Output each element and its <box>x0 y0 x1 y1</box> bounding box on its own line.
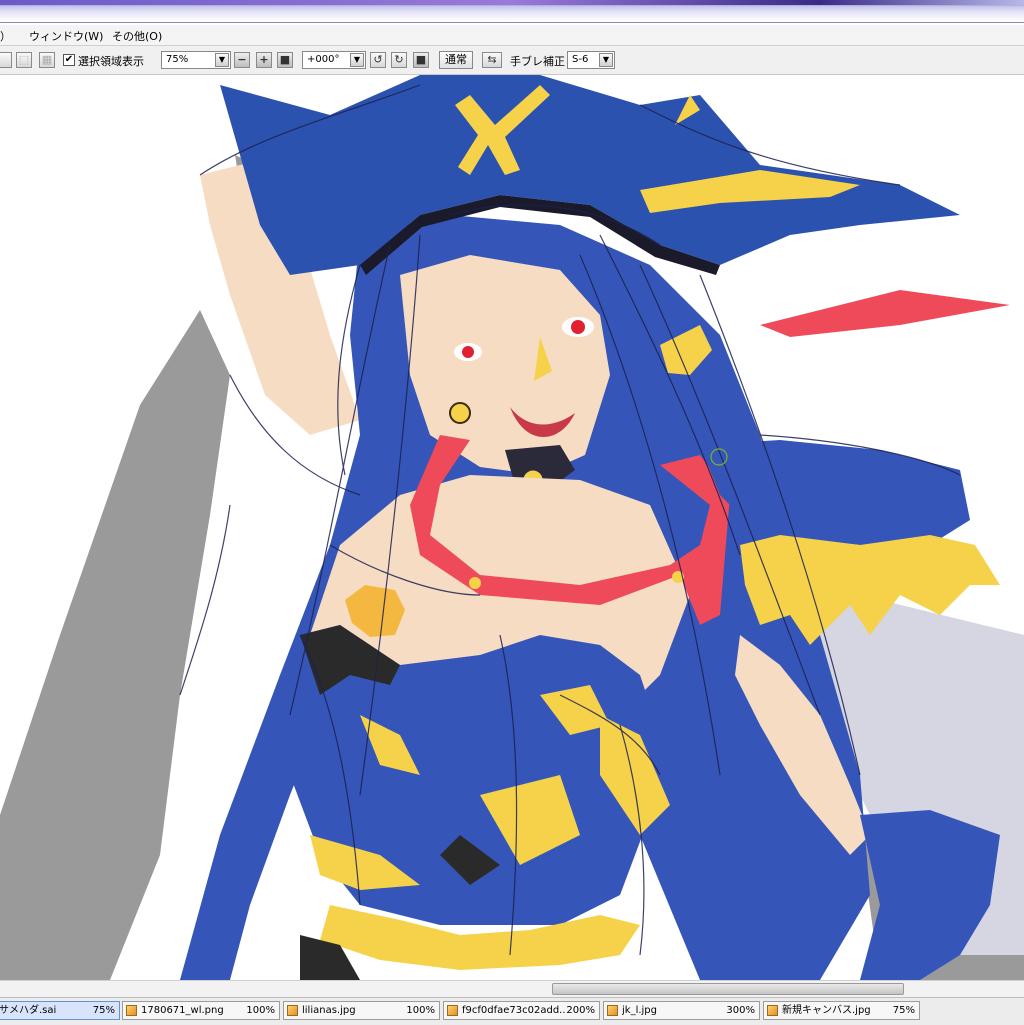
file-tab-name: jk_l.jpg <box>622 1005 657 1016</box>
harness-rivet-left <box>469 577 481 589</box>
right-iris <box>571 320 585 334</box>
image-file-icon <box>126 1005 137 1016</box>
file-tab[interactable]: サメハダ.sai 75% <box>0 1001 120 1020</box>
zoom-in-icon[interactable]: + <box>256 52 272 68</box>
chevron-down-icon: ▼ <box>350 53 364 67</box>
chevron-down-icon: ▼ <box>215 53 229 67</box>
rotation-reset-icon[interactable]: ■ <box>413 52 429 68</box>
menu-item-partial[interactable]: ） <box>0 28 11 44</box>
zoom-select[interactable]: 75% ▼ <box>161 51 231 69</box>
left-iris <box>462 346 474 358</box>
file-tab-zoom: 200% <box>566 1005 595 1016</box>
file-tab[interactable]: lilianas.jpg 100% <box>283 1001 440 1020</box>
scrollbar-thumb[interactable] <box>552 983 904 995</box>
left-gray-shadow <box>0 310 230 980</box>
left-earring <box>449 402 471 424</box>
rotate-left-icon[interactable]: ↺ <box>370 52 386 68</box>
drawing-canvas[interactable] <box>0 75 1024 980</box>
file-tab[interactable]: jk_l.jpg 300% <box>603 1001 760 1020</box>
rotation-select[interactable]: +000° ▼ <box>302 51 366 69</box>
selection-visible-checkbox[interactable]: ✔ <box>63 54 75 66</box>
file-tab[interactable]: 新規キャンバス.jpg 75% <box>763 1001 920 1020</box>
file-tab-name: サメハダ.sai <box>0 1005 57 1016</box>
file-tab-name: 1780671_wl.png <box>141 1005 224 1016</box>
artwork-illustration <box>0 75 1024 980</box>
flip-horizontal-icon[interactable]: ⇆ <box>482 52 502 68</box>
deselect-icon[interactable]: ⬚ <box>16 52 32 68</box>
menu-item-other[interactable]: その他(O) <box>112 28 162 44</box>
red-feather <box>760 290 1010 337</box>
file-tab-zoom: 300% <box>726 1005 755 1016</box>
zoom-reset-icon[interactable]: ■ <box>277 52 293 68</box>
file-tab-bar: サメハダ.sai 75% 1780671_wl.png 100% liliana… <box>0 997 1024 1025</box>
file-tab-zoom: 100% <box>406 1005 435 1016</box>
file-tab-name: lilianas.jpg <box>302 1005 356 1016</box>
file-tab-zoom: 75% <box>892 1005 915 1016</box>
image-file-icon <box>607 1005 618 1016</box>
menu-item-window[interactable]: ウィンドウ(W) <box>29 28 103 44</box>
partial-tool-button[interactable] <box>0 52 12 68</box>
stabilizer-value: S-6 <box>572 54 589 65</box>
image-file-icon <box>767 1005 778 1016</box>
zoom-out-icon[interactable]: − <box>234 52 250 68</box>
title-bar <box>0 0 1024 23</box>
title-bar-accent <box>0 0 1024 5</box>
image-file-icon <box>287 1005 298 1016</box>
file-tab-zoom: 100% <box>246 1005 275 1016</box>
file-tab-name: 新規キャンバス.jpg <box>782 1005 871 1016</box>
selection-visible-label: 選択領域表示 <box>78 55 144 68</box>
file-tab[interactable]: f9cf0dfae73c02add... 200% <box>443 1001 600 1020</box>
blend-mode-button[interactable]: 通常 <box>439 51 473 69</box>
file-tab[interactable]: 1780671_wl.png 100% <box>122 1001 280 1020</box>
file-tab-zoom: 75% <box>92 1005 115 1016</box>
zoom-value: 75% <box>166 54 189 65</box>
menu-bar: ） ウィンドウ(W) その他(O) <box>0 25 1024 46</box>
toolbar: ⬚ ▦ ✔ 選択領域表示 75% ▼ − + ■ +000° ▼ ↺ ↻ ■ 通… <box>0 46 1024 75</box>
horizontal-scrollbar[interactable] <box>0 980 1024 997</box>
image-file-icon <box>447 1005 458 1016</box>
stabilizer-label: 手ブレ補正 <box>510 55 565 68</box>
stabilizer-select[interactable]: S-6 ▼ <box>567 51 615 69</box>
file-tab-name: f9cf0dfae73c02add... <box>462 1005 566 1016</box>
rotate-right-icon[interactable]: ↻ <box>391 52 407 68</box>
chevron-down-icon: ▼ <box>599 53 613 67</box>
rotation-value: +000° <box>307 54 340 65</box>
select-all-icon[interactable]: ▦ <box>39 52 55 68</box>
